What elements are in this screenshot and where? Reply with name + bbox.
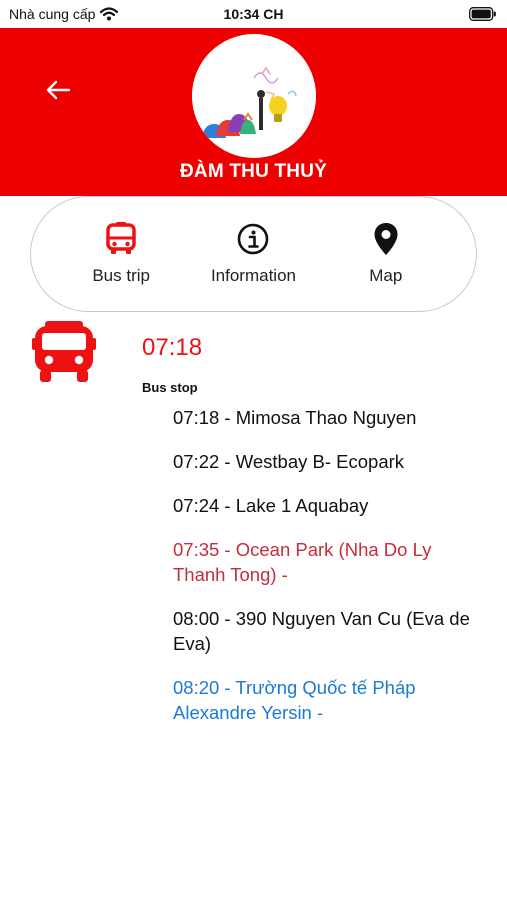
tab-map[interactable]: Map [326,222,446,286]
arrow-left-icon [46,80,71,100]
map-pin-icon [373,222,399,256]
bus-icon [106,222,136,256]
tab-bus-trip[interactable]: Bus trip [61,222,181,286]
bus-stop-item[interactable]: 08:20 - Trường Quốc tế Pháp Alexandre Ye… [173,675,485,725]
tab-information-label: Information [210,266,296,285]
tab-bus-trip-label: Bus trip [92,266,150,285]
profile-header: ĐÀM THU THUỶ [0,28,507,196]
tab-map-label: Map [369,266,403,285]
trip-time: 07:18 [142,334,203,361]
bus-stop-item[interactable]: 07:35 - Ocean Park (Nha Do Ly Thanh Tong… [173,537,485,587]
profile-name: ĐÀM THU THUỶ [180,161,327,182]
bus-stop-item[interactable]: 08:00 - 390 Nguyen Van Cu (Eva de Eva) [173,606,485,656]
tab-information[interactable]: Information [193,222,313,286]
bus-stop-item[interactable]: 07:22 - Westbay B- Ecopark [173,449,485,474]
avatar [192,34,316,158]
bus-stop-item[interactable]: 07:18 - Mimosa Thao Nguyen [173,405,485,430]
status-bar: Nhà cung cấp 10:34 CH [0,0,507,28]
bus-icon [32,320,96,389]
bus-stop-item[interactable]: 07:24 - Lake 1 Aquabay [173,493,485,518]
info-icon [237,222,269,256]
battery-icon [469,7,496,21]
status-time: 10:34 CH [223,6,284,22]
back-button[interactable] [40,72,76,108]
tab-bar: Bus trip Information Map [30,196,477,312]
bus-stop-label: Bus stop [142,380,198,395]
bus-stop-list: 07:18 - Mimosa Thao Nguyen 07:22 - Westb… [173,405,485,744]
avatar-illustration [192,34,316,158]
